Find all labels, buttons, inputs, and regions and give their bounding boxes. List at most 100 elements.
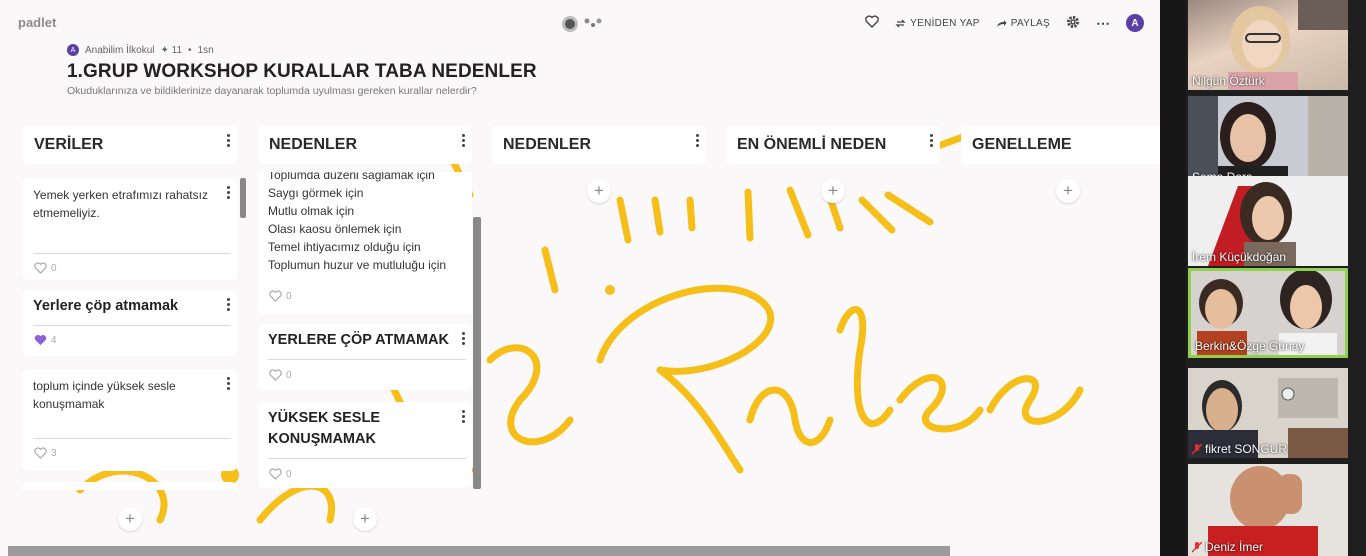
post-divider <box>33 253 231 254</box>
post-title: Yerlere çöp atmamak <box>33 298 179 314</box>
more-icon[interactable]: ⋯ <box>1096 15 1110 32</box>
post-divider <box>268 359 466 360</box>
post-divider <box>33 438 231 439</box>
like-count: 0 <box>286 369 292 381</box>
post-card[interactable]: Yerlere çöp atmamak 4 <box>23 290 237 356</box>
share-button[interactable]: PAYLAŞ <box>996 18 1050 29</box>
screen-divider <box>1160 0 1186 556</box>
shared-screen: padlet YENİDEN YAP PAYLAŞ ⋯ A A Anabilim… <box>0 0 1160 556</box>
participant-tile[interactable]: Deniz İmer <box>1188 464 1348 556</box>
column-body-veriler: Yemek yerken etrafımızı rahatsız etmemel… <box>23 172 249 490</box>
post-card[interactable]: Toplumda düzeni sağlamak için Saygı görm… <box>258 172 472 314</box>
heart-icon[interactable] <box>865 15 879 31</box>
add-post-button[interactable]: + <box>821 179 845 203</box>
like-button[interactable]: 0 <box>34 262 57 274</box>
horizontal-scrollbar[interactable] <box>8 546 950 556</box>
post-card-partial[interactable] <box>23 482 237 490</box>
post-line: Saygı görmek için <box>268 186 364 200</box>
mic-off-icon <box>1192 443 1202 455</box>
column-header-genelleme: GENELLEME <box>961 126 1160 164</box>
share-icon <box>996 19 1007 27</box>
participant-name-text: Deniz İmer <box>1205 540 1264 554</box>
board-meta: A Anabilim İlkokul ✦ 11 • 1sn <box>67 44 214 56</box>
participant-name: İrem Küçükdoğan <box>1192 250 1287 264</box>
post-menu-icon[interactable] <box>462 332 466 347</box>
board-title: 1.GRUP WORKSHOP KURALLAR TABA NEDENLER <box>67 61 537 82</box>
column-title: GENELLEME <box>972 136 1072 153</box>
participant-name-text: fikret SONGUR <box>1205 442 1288 456</box>
column-scrollbar[interactable] <box>473 217 481 489</box>
column-header-nedenler-1: NEDENLER <box>258 126 472 164</box>
column-menu-icon[interactable] <box>462 134 466 149</box>
add-post-button[interactable]: + <box>587 179 611 203</box>
column-title: NEDENLER <box>269 136 358 153</box>
post-menu-icon[interactable] <box>227 298 231 313</box>
post-card[interactable]: toplum içinde yüksek sesle konuşmamak 3 <box>23 369 237 471</box>
remake-label: YENİDEN YAP <box>910 17 980 29</box>
column-menu-icon[interactable] <box>227 134 231 149</box>
add-post-button[interactable]: + <box>118 507 142 531</box>
plus-count: 11 <box>171 44 183 56</box>
add-post-button[interactable]: + <box>1056 179 1080 203</box>
post-card[interactable]: Yemek yerken etrafımızı rahatsız etmemel… <box>23 178 237 280</box>
participant-tile[interactable]: Nilgün Öztürk <box>1188 0 1348 90</box>
like-count: 0 <box>51 262 57 274</box>
like-button[interactable]: 0 <box>269 369 292 381</box>
column-title: NEDENLER <box>503 136 592 153</box>
column-body-nedenler: Toplumda düzeni sağlamak için Saygı görm… <box>258 172 484 490</box>
participant-tile-active-speaker[interactable]: Berkin&Özge Günay <box>1188 268 1348 358</box>
column-title: EN ÖNEMLİ NEDEN <box>737 136 887 153</box>
participant-name: Deniz İmer <box>1192 540 1263 554</box>
plus-icon: + <box>594 181 604 200</box>
heart-icon <box>269 369 282 381</box>
post-line: Toplumun huzur ve mutluluğu için <box>268 258 447 272</box>
heart-icon <box>269 468 282 480</box>
padlet-mascot-icon[interactable] <box>560 14 604 34</box>
like-button[interactable]: 0 <box>269 290 292 302</box>
column-header-nedenler-2: NEDENLER <box>492 126 706 164</box>
add-post-button[interactable]: + <box>353 507 377 531</box>
column-menu-icon[interactable] <box>930 134 934 149</box>
post-text: Toplumda düzeni sağlamak için Saygı görm… <box>268 172 450 274</box>
participant-tile[interactable]: fikret SONGUR <box>1188 368 1348 458</box>
post-title: YERLERE ÇÖP ATMAMAK <box>268 332 449 348</box>
user-avatar[interactable]: A <box>1126 14 1144 32</box>
post-text: Yemek yerken etrafımızı rahatsız etmemel… <box>33 188 208 220</box>
share-label: PAYLAŞ <box>1010 17 1050 29</box>
column-menu-icon[interactable] <box>696 134 700 149</box>
like-button[interactable]: 0 <box>269 468 292 480</box>
plus-icon: + <box>828 181 838 200</box>
like-button[interactable]: 3 <box>34 447 57 459</box>
remake-icon <box>895 19 906 27</box>
post-menu-icon[interactable] <box>462 410 466 425</box>
column-header-veriler: VERİLER <box>23 126 237 164</box>
participant-tile[interactable]: İrem Küçükdoğan <box>1188 176 1348 266</box>
column-header-en-onemli-neden: EN ÖNEMLİ NEDEN <box>726 126 940 164</box>
heart-filled-icon <box>34 335 47 346</box>
post-menu-icon[interactable] <box>227 377 231 392</box>
author-name[interactable]: Anabilim İlkokul <box>85 45 154 56</box>
post-menu-icon[interactable] <box>227 186 231 201</box>
like-button[interactable]: 4 <box>34 334 57 346</box>
participant-tile[interactable]: Sema Dora <box>1188 96 1348 186</box>
like-count: 0 <box>286 468 292 480</box>
top-bar: padlet YENİDEN YAP PAYLAŞ ⋯ A <box>0 0 1160 46</box>
meta-dot: • <box>188 44 192 56</box>
post-line: Olası kaosu önlemek için <box>268 222 402 236</box>
heart-icon <box>269 290 282 302</box>
post-line: Temel ihtiyacımız olduğu için <box>268 240 421 254</box>
plus-count-label: ✦ 11 <box>160 44 183 56</box>
participant-gallery: Nilgün Öztürk Sema Dora İrem Küçükdoğan <box>1186 0 1366 556</box>
gear-icon[interactable] <box>1066 15 1080 32</box>
remake-button[interactable]: YENİDEN YAP <box>895 18 980 29</box>
post-divider <box>268 458 466 459</box>
post-card[interactable]: YERLERE ÇÖP ATMAMAK 0 <box>258 324 472 390</box>
like-count: 0 <box>286 290 292 302</box>
mic-off-icon <box>1192 541 1202 553</box>
plus-icon: + <box>125 509 135 528</box>
brand-logo[interactable]: padlet <box>18 15 56 30</box>
board-age: 1sn <box>197 44 214 56</box>
column-scrollbar[interactable] <box>240 178 246 218</box>
heart-icon <box>34 262 47 274</box>
post-card[interactable]: YÜKSEK SESLE KONUŞMAMAK 0 <box>258 402 472 488</box>
